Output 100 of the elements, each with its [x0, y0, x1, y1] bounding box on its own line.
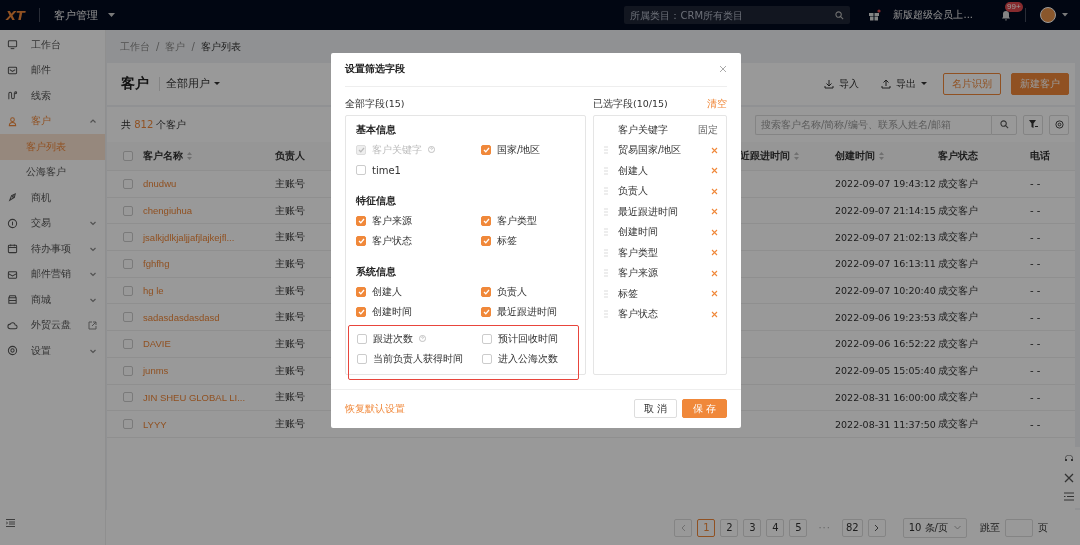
settings-button[interactable] — [1049, 114, 1069, 135]
page-button[interactable]: 4 — [766, 518, 785, 537]
checkbox[interactable] — [481, 236, 491, 247]
page-button[interactable]: 5 — [789, 518, 808, 537]
remove-icon[interactable] — [711, 290, 718, 298]
cancel-button[interactable]: 取 消 — [633, 399, 677, 419]
next-page-button[interactable] — [867, 518, 886, 537]
menu-item[interactable]: 商城 — [0, 287, 105, 313]
checkbox[interactable] — [356, 286, 366, 297]
field-option[interactable]: 客户来源 — [356, 210, 481, 232]
row-checkbox[interactable] — [123, 258, 133, 269]
app-title[interactable]: 客户管理 — [53, 7, 98, 23]
row-checkbox[interactable] — [123, 419, 133, 430]
menu-item[interactable]: 设置 — [0, 338, 105, 364]
field-option[interactable]: 创建人 — [356, 281, 481, 303]
remove-icon[interactable] — [711, 208, 718, 216]
row-checkbox[interactable] — [123, 232, 133, 243]
headset-icon[interactable] — [1064, 454, 1074, 464]
field-option[interactable]: 负责人 — [481, 281, 579, 303]
row-checkbox[interactable] — [123, 312, 133, 323]
caret-icon[interactable] — [1062, 13, 1068, 17]
checkbox[interactable] — [482, 333, 492, 344]
checkbox[interactable] — [481, 144, 491, 155]
menu-item[interactable]: 待办事项 — [0, 236, 105, 262]
checkbox[interactable] — [356, 215, 366, 226]
page-button[interactable]: 3 — [743, 518, 762, 537]
sort-icon[interactable] — [794, 152, 799, 160]
row-checkbox[interactable] — [123, 338, 133, 349]
selected-field[interactable]: 贸易国家/地区 — [618, 143, 711, 158]
selected-field[interactable]: 标签 — [618, 286, 711, 301]
promo-text[interactable]: 新版超级会员上... — [893, 8, 973, 22]
checkbox[interactable] — [482, 354, 492, 365]
search-button[interactable] — [991, 114, 1017, 135]
field-option[interactable]: 标签 — [481, 231, 579, 252]
select-all-checkbox[interactable] — [123, 151, 133, 161]
remove-icon[interactable] — [711, 249, 718, 257]
row-checkbox[interactable] — [123, 365, 133, 376]
checkbox[interactable] — [481, 215, 491, 226]
row-checkbox[interactable] — [123, 392, 133, 403]
checkbox[interactable] — [356, 307, 366, 318]
field-option[interactable]: 最近跟进时间 — [481, 302, 579, 323]
remove-icon[interactable] — [711, 146, 718, 154]
field-option[interactable]: 创建时间 — [356, 302, 481, 323]
menu-item[interactable]: 交易 — [0, 210, 105, 236]
category-search-field[interactable]: 所属类目：CRM所有类目 — [624, 6, 851, 24]
menu-item[interactable]: 邮件营销 — [0, 261, 105, 287]
field-option[interactable]: 预计回收时间 — [482, 328, 578, 350]
selected-field[interactable]: 创建人 — [618, 163, 711, 178]
export-button[interactable]: 导出 — [875, 73, 933, 95]
selected-field[interactable]: 客户状态 — [618, 307, 711, 322]
selected-field[interactable]: 最近跟进时间 — [618, 204, 711, 219]
gift-icon[interactable] — [868, 9, 882, 21]
remove-icon[interactable] — [711, 187, 718, 195]
menu-item[interactable]: 线索 — [0, 83, 105, 109]
filter-button[interactable] — [1023, 114, 1043, 135]
sort-icon[interactable] — [187, 152, 192, 160]
import-button[interactable]: 导入 — [818, 73, 865, 95]
search-icon[interactable] — [835, 10, 845, 20]
field-option[interactable]: 国家/地区 — [481, 139, 579, 161]
row-checkbox[interactable] — [123, 285, 133, 296]
selected-field[interactable]: 创建时间 — [618, 225, 711, 240]
field-option[interactable]: 进入公海次数 — [482, 349, 578, 370]
column-header[interactable]: 创建时间 — [835, 149, 884, 163]
page-button[interactable]: 2 — [720, 518, 739, 537]
submenu-item[interactable]: 公海客户 — [0, 159, 105, 185]
remove-icon[interactable] — [711, 269, 718, 277]
selected-field[interactable]: 客户类型 — [618, 245, 711, 260]
column-header[interactable]: 客户名称 — [143, 149, 192, 163]
collapse-menu-icon[interactable] — [6, 519, 15, 527]
field-option[interactable]: 当前负责人获得时间 — [357, 349, 482, 370]
caret-icon[interactable] — [107, 13, 115, 17]
bell-icon[interactable] — [1001, 9, 1011, 21]
field-option[interactable]: 客户类型 — [481, 210, 579, 232]
field-option[interactable]: 跟进次数 — [357, 328, 482, 350]
sort-icon[interactable] — [879, 152, 884, 160]
remove-icon[interactable] — [711, 167, 718, 175]
close-icon[interactable] — [719, 65, 727, 74]
avatar[interactable] — [1040, 7, 1056, 23]
previous-page-button[interactable] — [674, 518, 693, 537]
remove-icon[interactable] — [711, 228, 718, 236]
checkbox[interactable] — [356, 236, 366, 247]
checkbox[interactable] — [481, 286, 491, 297]
checkbox[interactable] — [357, 333, 367, 344]
menu-item[interactable]: 外贸云盘 — [0, 312, 105, 338]
field-option[interactable]: 客户状态 — [356, 231, 481, 252]
menu-item[interactable]: 商机 — [0, 185, 105, 211]
menu-item[interactable]: 邮件 — [0, 57, 105, 83]
menu-item[interactable]: 工作台 — [0, 32, 105, 58]
list-icon[interactable] — [1064, 492, 1074, 501]
selected-field[interactable]: 负责人 — [618, 184, 711, 199]
remove-icon[interactable] — [711, 310, 718, 318]
page-size-dropdown[interactable]: 10 条/页 — [902, 517, 967, 538]
page-button[interactable]: 82 — [842, 518, 863, 537]
selected-field[interactable]: 客户来源 — [618, 266, 711, 281]
row-checkbox[interactable] — [123, 205, 133, 216]
field-option[interactable]: time1 — [356, 160, 481, 181]
checkbox[interactable] — [481, 307, 491, 318]
checkbox[interactable] — [357, 354, 367, 365]
row-checkbox[interactable] — [123, 178, 133, 189]
checkbox[interactable] — [356, 165, 366, 176]
